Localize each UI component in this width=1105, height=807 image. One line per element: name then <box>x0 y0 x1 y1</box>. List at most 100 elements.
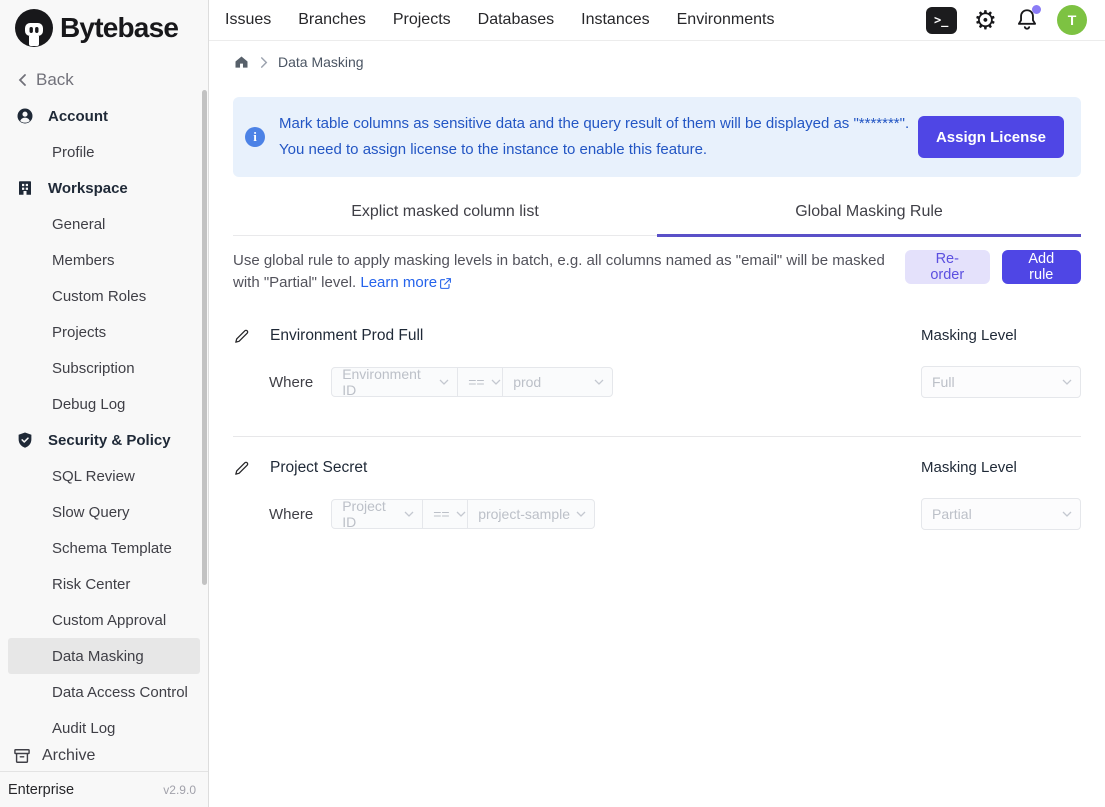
where-label: Where <box>269 506 313 523</box>
masking-level-label: Masking Level <box>921 459 1017 476</box>
condition-value-select[interactable]: project-sample <box>467 499 595 529</box>
sidebar-section-workspace[interactable]: Workspace <box>8 170 200 206</box>
sidebar-scrollbar[interactable] <box>202 90 207 585</box>
notifications-bell-icon[interactable] <box>1014 7 1040 33</box>
rules-actions: Re-order Add rule <box>905 250 1081 294</box>
info-icon: i <box>245 127 265 147</box>
tab-global-masking-rule[interactable]: Global Masking Rule <box>657 193 1081 235</box>
archive-label: Archive <box>42 747 95 765</box>
edit-rule-icon[interactable] <box>233 328 250 345</box>
nav-instances[interactable]: Instances <box>581 11 649 29</box>
condition-operator-value: == <box>433 506 449 522</box>
learn-more-link[interactable]: Learn more <box>360 272 452 294</box>
sidebar-item-profile[interactable]: Profile <box>8 134 200 170</box>
section-label: Security & Policy <box>48 432 171 449</box>
notification-dot <box>1032 5 1041 14</box>
top-nav: Issues Branches Projects Databases Insta… <box>225 11 774 29</box>
nav-databases[interactable]: Databases <box>478 11 555 29</box>
back-label: Back <box>36 70 74 90</box>
rule-body: Where Project ID == project-sa <box>233 498 1081 530</box>
edit-rule-icon[interactable] <box>233 460 250 477</box>
bytebase-logo-icon <box>14 8 54 48</box>
user-icon <box>16 107 34 125</box>
archive-icon <box>12 746 32 766</box>
rule-header: Environment Prod Full Masking Level <box>233 327 1081 345</box>
license-banner: i Mark table columns as sensitive data a… <box>233 97 1081 177</box>
user-avatar[interactable]: T <box>1057 5 1087 35</box>
sidebar-item-debug-log[interactable]: Debug Log <box>8 386 200 422</box>
settings-gear-icon[interactable]: ⚙ <box>974 7 997 33</box>
condition-value: prod <box>513 374 541 390</box>
banner-line2: You need to assign license to the instan… <box>279 137 909 163</box>
chevron-down-icon <box>576 511 586 517</box>
sidebar: Bytebase Back Account Profile Workspace … <box>0 0 209 807</box>
chevron-down-icon <box>456 511 466 517</box>
back-button[interactable]: Back <box>0 62 208 98</box>
sidebar-item-slow-query[interactable]: Slow Query <box>8 494 200 530</box>
rule-title: Environment Prod Full <box>270 327 423 345</box>
add-rule-button[interactable]: Add rule <box>1002 250 1081 284</box>
breadcrumb-page: Data Masking <box>278 54 364 70</box>
assign-license-button[interactable]: Assign License <box>918 116 1064 158</box>
chevron-down-icon <box>439 379 449 385</box>
banner-line1: Mark table columns as sensitive data and… <box>279 111 909 137</box>
sidebar-nav: Back Account Profile Workspace General M… <box>0 56 208 741</box>
bytebase-logo[interactable]: Bytebase <box>0 0 208 56</box>
nav-environments[interactable]: Environments <box>677 11 775 29</box>
sidebar-section-security-policy[interactable]: Security & Policy <box>8 422 200 458</box>
sidebar-section-account[interactable]: Account <box>8 98 200 134</box>
masking-level-select[interactable]: Partial <box>921 498 1081 530</box>
section-label: Account <box>48 108 108 125</box>
version-label: v2.9.0 <box>163 783 196 797</box>
condition-field-select[interactable]: Environment ID <box>331 367 458 397</box>
condition-value: project-sample <box>478 506 570 522</box>
masking-rule-card: Environment Prod Full Masking Level Wher… <box>233 327 1081 398</box>
chevron-down-icon <box>594 379 604 385</box>
sidebar-item-risk-center[interactable]: Risk Center <box>8 566 200 602</box>
external-link-icon <box>439 277 452 290</box>
banner-text: Mark table columns as sensitive data and… <box>279 111 909 163</box>
sidebar-item-members[interactable]: Members <box>8 242 200 278</box>
sidebar-item-schema-template[interactable]: Schema Template <box>8 530 200 566</box>
nav-branches[interactable]: Branches <box>298 11 366 29</box>
condition-operator-select[interactable]: == <box>457 367 503 397</box>
nav-issues[interactable]: Issues <box>225 11 271 29</box>
bytebase-app: Bytebase Back Account Profile Workspace … <box>0 0 1105 807</box>
plan-label: Enterprise <box>8 782 74 798</box>
condition-field-select[interactable]: Project ID <box>331 499 423 529</box>
sidebar-item-projects[interactable]: Projects <box>8 314 200 350</box>
condition-value-select[interactable]: prod <box>502 367 613 397</box>
chevron-down-icon <box>1062 379 1072 385</box>
nav-projects[interactable]: Projects <box>393 11 451 29</box>
chevron-down-icon <box>404 511 414 517</box>
sidebar-item-custom-approval[interactable]: Custom Approval <box>8 602 200 638</box>
sidebar-item-general[interactable]: General <box>8 206 200 242</box>
sidebar-item-data-masking[interactable]: Data Masking <box>8 638 200 674</box>
page-content: Data Masking i Mark table columns as sen… <box>209 41 1105 530</box>
sidebar-item-sql-review[interactable]: SQL Review <box>8 458 200 494</box>
masking-level-select[interactable]: Full <box>921 366 1081 398</box>
reorder-button[interactable]: Re-order <box>905 250 990 284</box>
condition-group: Environment ID == prod <box>331 367 613 397</box>
sql-editor-terminal-icon[interactable]: >_ <box>926 7 957 34</box>
condition-field-value: Project ID <box>342 498 398 530</box>
avatar-initial: T <box>1068 12 1077 28</box>
condition-operator-select[interactable]: == <box>422 499 468 529</box>
sidebar-item-subscription[interactable]: Subscription <box>8 350 200 386</box>
sidebar-item-custom-roles[interactable]: Custom Roles <box>8 278 200 314</box>
chevron-down-icon <box>1062 511 1072 517</box>
rule-title: Project Secret <box>270 459 367 477</box>
home-icon[interactable] <box>233 54 250 70</box>
rules-toolbar: Use global rule to apply masking levels … <box>233 250 1081 294</box>
rule-header: Project Secret Masking Level <box>233 459 1081 477</box>
rule-body: Where Environment ID == prod <box>233 366 1081 398</box>
chevron-down-icon <box>491 379 501 385</box>
condition-field-value: Environment ID <box>342 366 433 398</box>
sidebar-footer: Enterprise v2.9.0 <box>0 771 208 807</box>
tab-explicit-masked-column-list[interactable]: Explict masked column list <box>233 193 657 235</box>
sidebar-item-data-access-control[interactable]: Data Access Control <box>8 674 200 710</box>
sidebar-item-audit-log[interactable]: Audit Log <box>8 710 200 741</box>
sidebar-item-archive[interactable]: Archive <box>0 741 208 771</box>
building-icon <box>16 179 34 197</box>
chevron-left-icon <box>16 73 28 87</box>
